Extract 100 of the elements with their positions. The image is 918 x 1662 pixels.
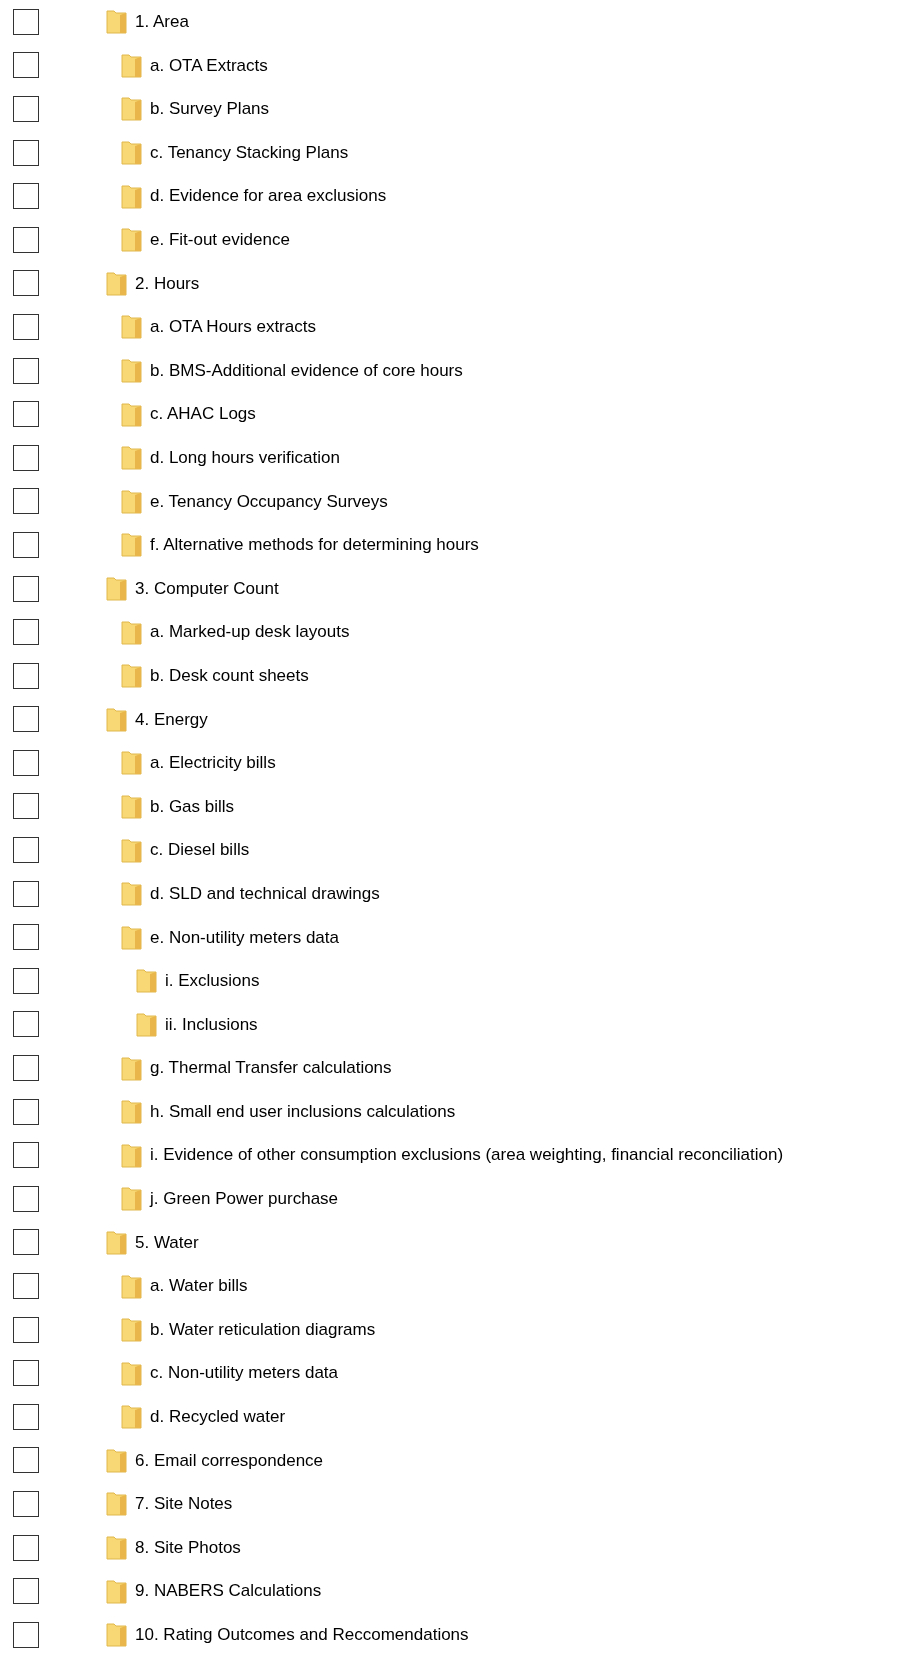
checkbox[interactable] — [13, 1011, 39, 1038]
folder-name[interactable]: d. Long hours verification — [150, 445, 340, 471]
checkbox[interactable] — [13, 575, 39, 602]
checkbox[interactable] — [13, 924, 39, 951]
folder-name[interactable]: e. Tenancy Occupancy Surveys — [150, 488, 388, 515]
folder-icon — [121, 1142, 142, 1168]
checkbox[interactable] — [13, 1273, 39, 1299]
folder-name[interactable]: b. BMS-Additional evidence of core hours — [150, 357, 463, 384]
folder-name[interactable]: 6. Email correspondence — [135, 1447, 324, 1474]
checkbox[interactable] — [13, 488, 39, 515]
checkbox[interactable] — [13, 619, 39, 646]
folder-icon — [121, 183, 142, 209]
checkbox[interactable] — [13, 793, 39, 820]
folder-name[interactable]: j. Green Power purchase — [150, 1186, 339, 1212]
folder-name[interactable]: b. Water reticulation diagrams — [150, 1316, 376, 1343]
checkbox[interactable] — [13, 313, 39, 340]
checkbox[interactable] — [13, 401, 39, 428]
checkbox[interactable] — [13, 1316, 39, 1343]
folder-name[interactable]: ii. Inclusions — [165, 1011, 258, 1038]
checkbox[interactable] — [13, 662, 39, 689]
folder-name[interactable]: b. Gas bills — [150, 793, 235, 820]
folder-icon — [106, 1229, 127, 1255]
checkbox[interactable] — [13, 1578, 39, 1605]
checkbox[interactable] — [13, 357, 39, 384]
folder-icon — [121, 445, 142, 471]
folder-name[interactable]: 9. NABERS Calculations — [135, 1578, 322, 1604]
folder-name[interactable]: 7. Site Notes — [135, 1491, 233, 1517]
folder-name[interactable]: 10. Rating Outcomes and Reccomendations — [135, 1622, 469, 1648]
folder-icon — [136, 968, 157, 994]
folder-name[interactable]: a. Marked-up desk layouts — [150, 619, 350, 645]
folder-name[interactable]: i. Exclusions — [165, 968, 260, 994]
folder-name[interactable]: a. OTA Extracts — [150, 52, 268, 79]
folder-icon — [106, 576, 127, 601]
folder-name[interactable]: 8. Site Photos — [135, 1534, 241, 1561]
folder-name[interactable]: b. Desk count sheets — [150, 662, 309, 689]
folder-name[interactable]: f. Alternative methods for determining hours — [150, 532, 479, 558]
folder-name[interactable]: e. Non-utility meters data — [150, 924, 339, 950]
folder-name[interactable]: d. Evidence for area exclusions — [150, 183, 387, 209]
folder-icon — [121, 96, 142, 122]
checkbox[interactable] — [13, 749, 39, 776]
folder-name[interactable]: e. Fit-out evidence — [150, 227, 290, 253]
folder-name[interactable]: h. Small end user inclusions calculations — [150, 1098, 456, 1125]
checkbox[interactable] — [13, 183, 39, 210]
checkbox[interactable] — [13, 270, 39, 297]
folder-icon — [121, 1055, 142, 1081]
checkbox[interactable] — [13, 444, 39, 471]
folder-icon — [121, 532, 142, 558]
folder-icon — [121, 314, 142, 340]
folder-icon — [121, 1317, 142, 1343]
folder-icon — [121, 663, 142, 689]
folder-name[interactable]: 5. Water — [135, 1229, 199, 1256]
folder-name[interactable]: 1. Area — [135, 9, 189, 35]
folder-name[interactable]: c. Non-utility meters data — [150, 1360, 338, 1386]
checkbox[interactable] — [13, 1098, 39, 1125]
checkbox[interactable] — [13, 1403, 39, 1430]
folder-name[interactable]: a. Electricity bills — [150, 750, 276, 776]
folder-icon — [121, 1273, 142, 1299]
folder-name[interactable]: d. Recycled water — [150, 1404, 286, 1430]
folder-icon — [121, 881, 142, 907]
folder-icon — [121, 1186, 142, 1212]
checkbox[interactable] — [13, 1621, 39, 1648]
folder-name[interactable]: b. Survey Plans — [150, 96, 270, 122]
checkbox[interactable] — [13, 8, 39, 35]
checkbox[interactable] — [13, 96, 39, 122]
checkbox[interactable] — [13, 1491, 39, 1517]
folder-icon — [121, 924, 142, 950]
checkbox[interactable] — [13, 139, 39, 166]
checkbox[interactable] — [13, 1142, 39, 1169]
checkbox[interactable] — [13, 1534, 39, 1561]
folder-name[interactable]: a. Water bills — [150, 1273, 248, 1299]
checkbox[interactable] — [13, 52, 39, 79]
checkbox[interactable] — [13, 837, 39, 864]
folder-name[interactable]: 4. Energy — [135, 706, 208, 733]
checkbox[interactable] — [13, 1185, 39, 1212]
folder-icon — [121, 794, 142, 819]
folder-name[interactable]: 2. Hours — [135, 270, 200, 297]
folder-icon — [121, 837, 142, 863]
folder-name[interactable]: d. SLD and technical drawings — [150, 880, 380, 907]
checkbox[interactable] — [13, 531, 39, 558]
checkbox[interactable] — [13, 967, 39, 994]
checkbox[interactable] — [13, 1447, 39, 1474]
folder-name[interactable]: c. AHAC Logs — [150, 401, 256, 427]
folder-name[interactable]: i. Evidence of other consumption exclusions (area weighting, financial reconciliation) — [150, 1142, 784, 1168]
folder-name[interactable]: c. Tenancy Stacking Plans — [150, 139, 349, 166]
folder-name[interactable]: g. Thermal Transfer calculations — [150, 1055, 392, 1081]
folder-icon — [121, 227, 142, 253]
checkbox[interactable] — [13, 1055, 39, 1082]
folder-name[interactable]: 3. Computer Count — [135, 575, 279, 602]
checkbox[interactable] — [13, 226, 39, 253]
checkbox[interactable] — [13, 880, 39, 907]
folder-icon — [121, 488, 142, 514]
folder-icon — [106, 1622, 127, 1648]
folder-icon — [106, 1578, 127, 1604]
checkbox[interactable] — [13, 1229, 39, 1256]
checkbox[interactable] — [13, 1360, 39, 1387]
folder-name[interactable]: a. OTA Hours extracts — [150, 314, 316, 340]
folder-icon — [121, 401, 142, 427]
checkbox[interactable] — [13, 706, 39, 733]
folder-icon — [106, 706, 127, 732]
folder-name[interactable]: c. Diesel bills — [150, 837, 250, 863]
